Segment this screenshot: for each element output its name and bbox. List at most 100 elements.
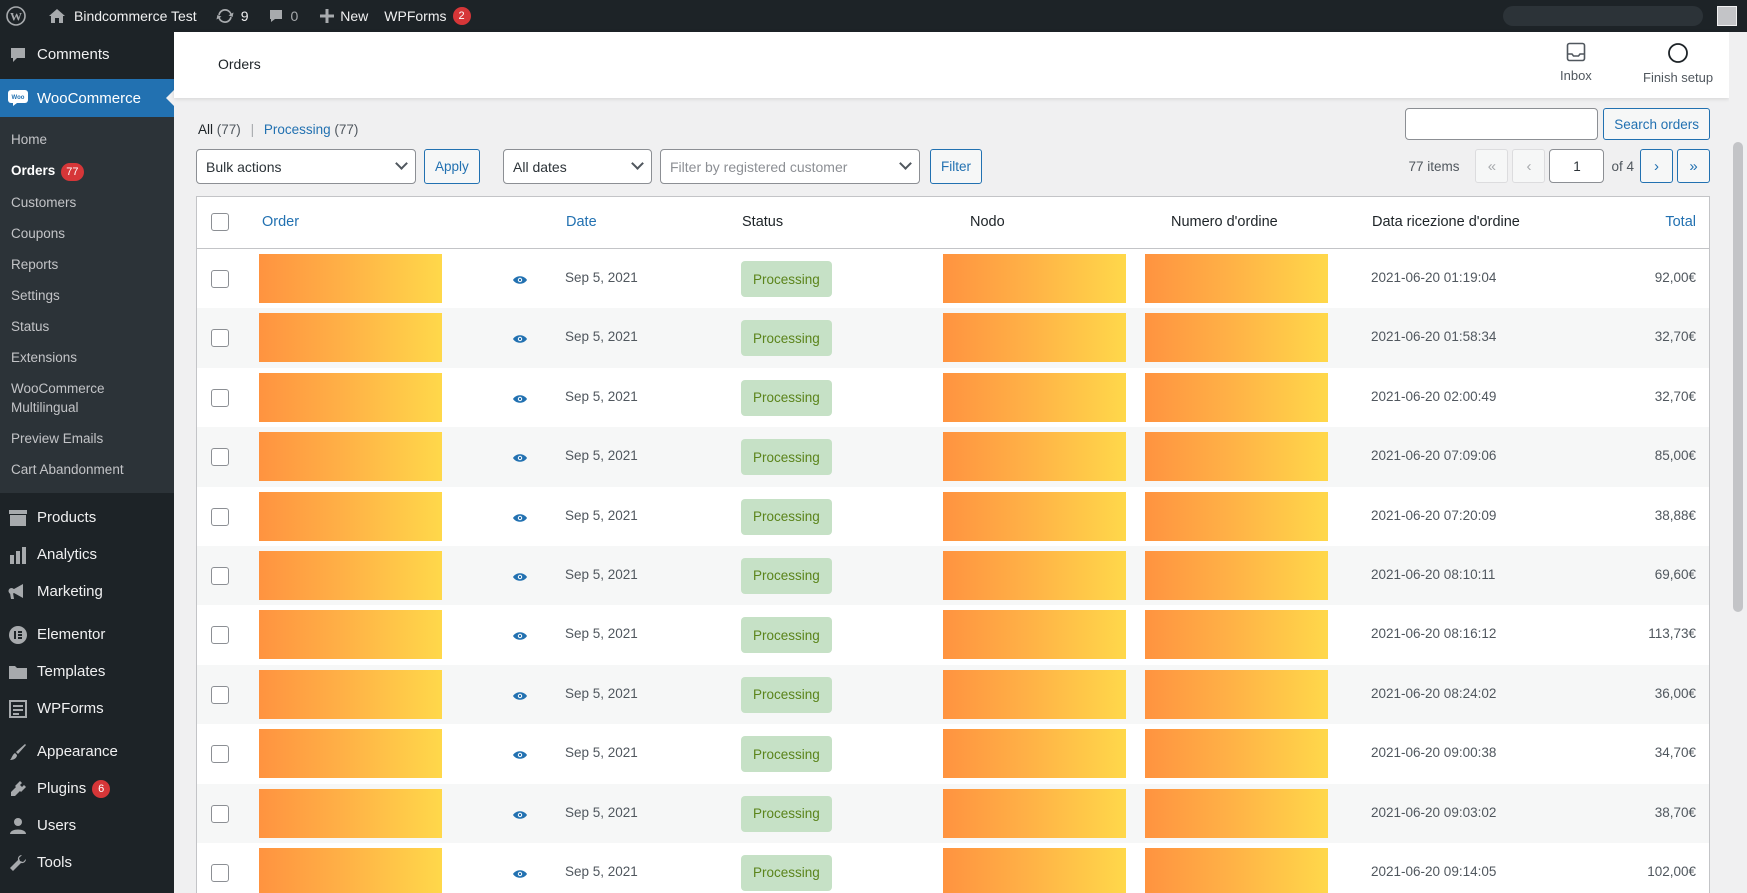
eye-preview-icon[interactable] bbox=[513, 570, 527, 585]
redacted-order-number[interactable] bbox=[259, 372, 442, 422]
redacted-order-number[interactable] bbox=[259, 254, 442, 303]
menu-appearance[interactable]: Appearance bbox=[0, 733, 174, 770]
redacted-order-number[interactable] bbox=[259, 729, 442, 779]
table-row[interactable]: Sep 5, 2021 Processing 2021-06-20 07:20:… bbox=[197, 487, 1709, 546]
eye-preview-icon[interactable] bbox=[513, 867, 527, 882]
eye-preview-icon[interactable] bbox=[513, 511, 527, 526]
date-filter-select[interactable]: All dates bbox=[503, 149, 652, 184]
eye-preview-icon[interactable] bbox=[513, 689, 527, 704]
submenu-coupons[interactable]: Coupons bbox=[0, 218, 174, 249]
comments-link[interactable]: 0 bbox=[256, 0, 306, 32]
submenu-customers[interactable]: Customers bbox=[0, 187, 174, 218]
redacted-order-number[interactable] bbox=[259, 491, 442, 541]
bulk-actions-select[interactable]: Bulk actions bbox=[196, 149, 416, 184]
table-row[interactable]: Sep 5, 2021 Processing 2021-06-20 02:00:… bbox=[197, 368, 1709, 427]
search-orders-button[interactable]: Search orders bbox=[1603, 108, 1710, 140]
redacted-order-number[interactable] bbox=[259, 550, 442, 600]
table-row[interactable]: Sep 5, 2021 Processing 2021-06-20 09:14:… bbox=[197, 843, 1709, 893]
redacted-order-number[interactable] bbox=[259, 669, 442, 719]
menu-products[interactable]: Products bbox=[0, 499, 174, 536]
menu-wpforms[interactable]: WPForms bbox=[0, 690, 174, 727]
scrollbar-thumb[interactable] bbox=[1733, 142, 1743, 612]
eye-preview-icon[interactable] bbox=[513, 332, 527, 347]
menu-users[interactable]: Users bbox=[0, 807, 174, 844]
view-all[interactable]: All (77) bbox=[198, 122, 241, 137]
customer-filter-select[interactable]: Filter by registered customer bbox=[660, 149, 920, 184]
search-input[interactable] bbox=[1405, 108, 1599, 140]
current-page-input[interactable]: 1 bbox=[1549, 149, 1605, 183]
menu-elementor[interactable]: Elementor bbox=[0, 616, 174, 653]
menu-woocommerce-label: WooCommerce bbox=[37, 89, 141, 107]
column-date[interactable]: Date bbox=[566, 214, 597, 230]
redacted-nodo bbox=[943, 610, 1126, 660]
redacted-order-number[interactable] bbox=[259, 610, 442, 660]
status-badge: Processing bbox=[741, 617, 832, 654]
row-checkbox[interactable] bbox=[211, 685, 229, 704]
submenu-extensions[interactable]: Extensions bbox=[0, 342, 174, 373]
inbox-button[interactable]: Inbox bbox=[1560, 42, 1592, 83]
menu-templates[interactable]: Templates bbox=[0, 653, 174, 690]
column-order[interactable]: Order bbox=[262, 214, 299, 230]
table-row[interactable]: Sep 5, 2021 Processing 2021-06-20 08:16:… bbox=[197, 605, 1709, 664]
page-scrollbar[interactable] bbox=[1729, 32, 1747, 893]
menu-marketing[interactable]: Marketing bbox=[0, 573, 174, 610]
table-row[interactable]: Sep 5, 2021 Processing 2021-06-20 09:03:… bbox=[197, 783, 1709, 843]
row-checkbox[interactable] bbox=[211, 745, 229, 764]
row-checkbox[interactable] bbox=[211, 626, 229, 645]
row-checkbox[interactable] bbox=[211, 329, 229, 348]
submenu-settings[interactable]: Settings bbox=[0, 280, 174, 311]
eye-preview-icon[interactable] bbox=[513, 392, 527, 407]
table-row[interactable]: Sep 5, 2021 Processing 2021-06-20 07:09:… bbox=[197, 427, 1709, 487]
submenu-status[interactable]: Status bbox=[0, 311, 174, 342]
submenu-orders[interactable]: Orders 77 bbox=[0, 155, 174, 187]
row-checkbox[interactable] bbox=[211, 804, 229, 823]
row-checkbox[interactable] bbox=[211, 270, 229, 288]
eye-preview-icon[interactable] bbox=[513, 451, 527, 466]
submenu-preview-emails[interactable]: Preview Emails bbox=[0, 423, 174, 454]
updates-link[interactable]: 9 bbox=[205, 0, 257, 32]
menu-templates-label: Templates bbox=[37, 663, 106, 680]
row-checkbox[interactable] bbox=[211, 507, 229, 526]
next-page-button[interactable]: › bbox=[1640, 149, 1673, 183]
menu-woocommerce[interactable]: Woo WooCommerce bbox=[0, 79, 174, 117]
apply-button[interactable]: Apply bbox=[424, 149, 480, 184]
view-processing[interactable]: Processing (77) bbox=[264, 122, 359, 137]
wordpress-logo-icon[interactable]: W bbox=[0, 0, 34, 32]
table-row[interactable]: Sep 5, 2021 Processing 2021-06-20 09:00:… bbox=[197, 724, 1709, 783]
submenu-home[interactable]: Home bbox=[0, 124, 174, 155]
table-row[interactable]: Sep 5, 2021 Processing 2021-06-20 08:24:… bbox=[197, 664, 1709, 725]
menu-comments[interactable]: Comments bbox=[0, 36, 174, 73]
table-row[interactable]: Sep 5, 2021 Processing 2021-06-20 01:58:… bbox=[197, 308, 1709, 368]
new-content-link[interactable]: New bbox=[306, 0, 376, 32]
eye-preview-icon[interactable] bbox=[513, 629, 527, 644]
select-all-checkbox[interactable] bbox=[211, 213, 229, 231]
row-checkbox[interactable] bbox=[211, 448, 229, 467]
eye-preview-icon[interactable] bbox=[513, 808, 527, 823]
row-checkbox[interactable] bbox=[211, 388, 229, 407]
adminbar-search[interactable] bbox=[1503, 6, 1703, 26]
menu-analytics[interactable]: Analytics bbox=[0, 536, 174, 573]
submenu-cart-abandonment[interactable]: Cart Abandonment bbox=[0, 454, 174, 485]
last-page-button[interactable]: » bbox=[1677, 149, 1710, 183]
table-row[interactable]: Sep 5, 2021 Processing 2021-06-20 08:10:… bbox=[197, 545, 1709, 606]
menu-plugins[interactable]: Plugins 6 bbox=[0, 770, 174, 807]
prev-page-button: ‹ bbox=[1512, 149, 1546, 183]
submenu-reports[interactable]: Reports bbox=[0, 249, 174, 280]
eye-preview-icon[interactable] bbox=[513, 273, 527, 288]
menu-tools[interactable]: Tools bbox=[0, 844, 174, 881]
redacted-order-number[interactable] bbox=[259, 313, 442, 363]
column-total[interactable]: Total bbox=[1665, 214, 1696, 230]
filter-button[interactable]: Filter bbox=[930, 149, 982, 184]
eye-preview-icon[interactable] bbox=[513, 748, 527, 763]
row-checkbox[interactable] bbox=[211, 863, 229, 882]
submenu-woocommerce-multilingual[interactable]: WooCommerce Multilingual bbox=[0, 373, 174, 423]
wpforms-link[interactable]: WPForms 2 bbox=[376, 0, 478, 32]
avatar[interactable] bbox=[1717, 6, 1737, 26]
table-row[interactable]: Sep 5, 2021 Processing 2021-06-20 01:19:… bbox=[197, 249, 1709, 308]
site-name-link[interactable]: Bindcommerce Test bbox=[34, 0, 205, 32]
redacted-order-number[interactable] bbox=[259, 847, 442, 893]
row-checkbox[interactable] bbox=[211, 566, 229, 585]
finish-setup-button[interactable]: Finish setup bbox=[1643, 42, 1713, 85]
redacted-order-number[interactable] bbox=[259, 432, 442, 482]
redacted-order-number[interactable] bbox=[259, 788, 442, 838]
